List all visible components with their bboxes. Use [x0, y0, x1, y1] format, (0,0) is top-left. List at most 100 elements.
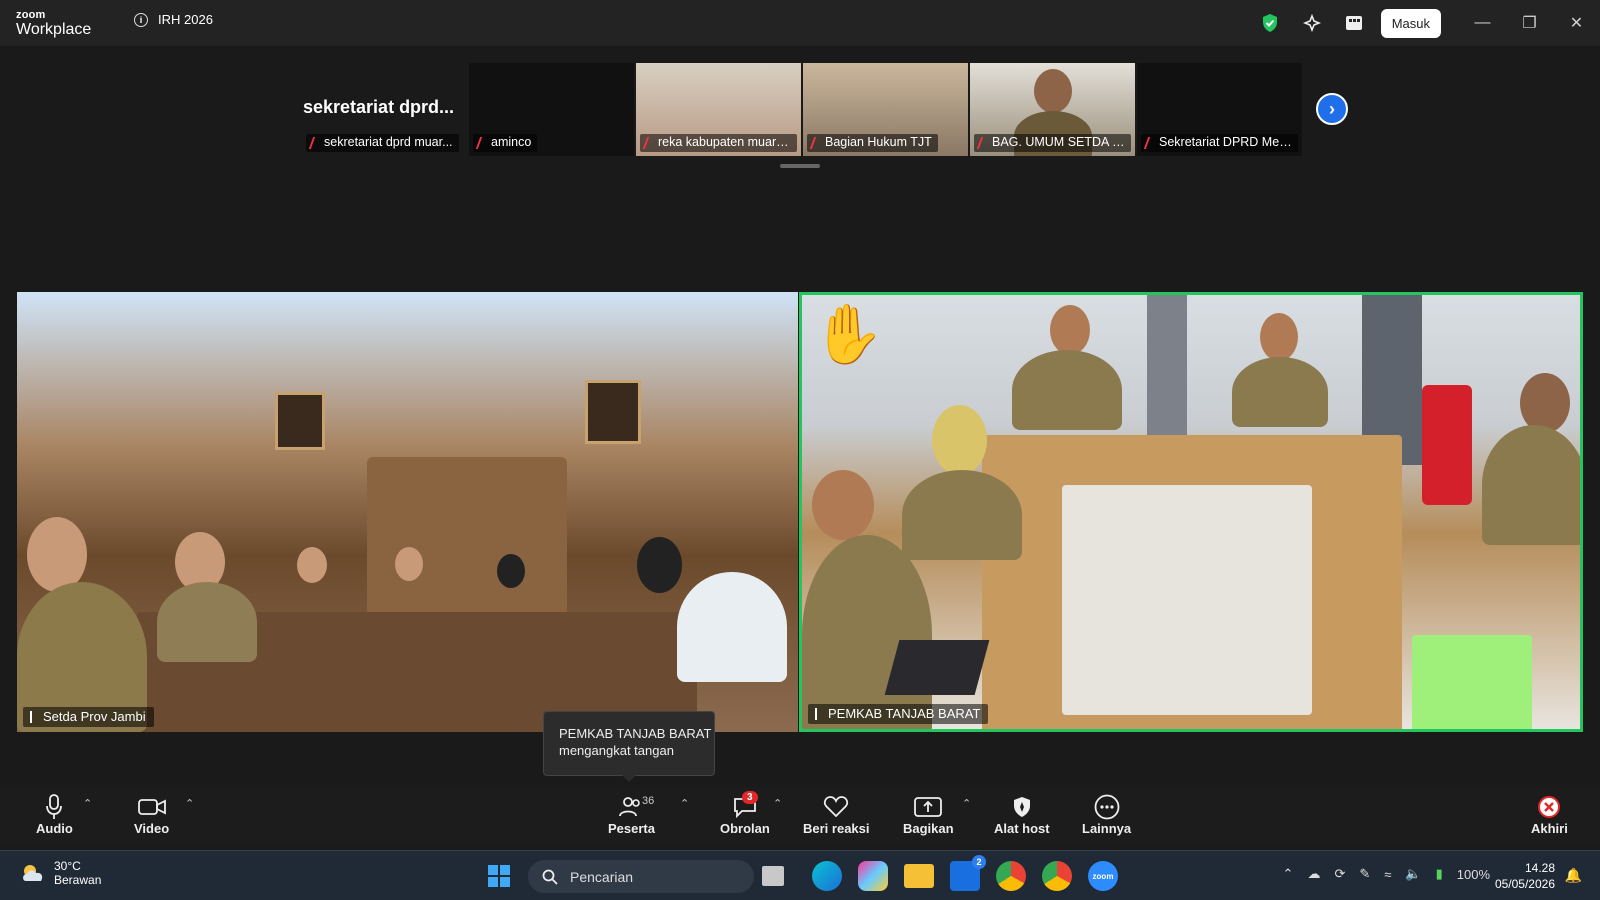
- end-label: Akhiri: [1531, 821, 1568, 836]
- participant-strip: sekretariat dprd... sekretariat dprd mua…: [0, 60, 1600, 168]
- battery-percent: 100%: [1456, 866, 1490, 882]
- person: [812, 470, 874, 540]
- next-page-button[interactable]: ›: [1316, 93, 1348, 125]
- windows-taskbar: 30°C Berawan Pencarian 2 zoom ⌃ ☁ ⟳ ✎ ≈ …: [0, 850, 1600, 900]
- participants-label: Peserta: [608, 821, 655, 836]
- share-button[interactable]: Bagikan: [903, 793, 954, 836]
- person: [802, 535, 932, 729]
- more-button[interactable]: Lainnya: [1082, 793, 1131, 836]
- chat-unread-badge: 3: [742, 791, 758, 804]
- zoom-app-icon[interactable]: zoom: [1088, 861, 1118, 891]
- person: [395, 547, 423, 581]
- notification-bell-icon[interactable]: 🔔: [1565, 867, 1582, 884]
- raised-hand-icon: ✋: [812, 302, 885, 367]
- file-explorer-icon[interactable]: [904, 864, 934, 888]
- zoom-logo: zoom Workplace: [16, 10, 91, 38]
- audio-options-chevron-icon[interactable]: ⌃: [83, 797, 92, 810]
- video-options-chevron-icon[interactable]: ⌃: [185, 797, 194, 810]
- cloud-icon: [23, 865, 43, 881]
- volume-icon[interactable]: 🔈: [1405, 866, 1421, 882]
- battery-icon[interactable]: ▮: [1436, 866, 1443, 882]
- close-icon[interactable]: ✕: [1553, 0, 1600, 46]
- host-tools-label: Alat host: [994, 821, 1050, 836]
- participant-tile[interactable]: BAG. UMUM SETDA K...: [970, 63, 1135, 156]
- participants-options-chevron-icon[interactable]: ⌃: [680, 797, 689, 810]
- portrait-frame: [275, 392, 325, 450]
- taskbar-search[interactable]: Pencarian: [528, 860, 754, 893]
- ai-companion-icon[interactable]: [1291, 0, 1333, 46]
- restore-icon[interactable]: ❐: [1506, 0, 1553, 46]
- video-name-label: Setda Prov Jambi: [23, 707, 154, 727]
- person: [932, 405, 987, 475]
- chat-options-chevron-icon[interactable]: ⌃: [773, 797, 782, 810]
- person: [1232, 357, 1328, 427]
- clock-date: 05/05/2026: [1494, 877, 1555, 891]
- video-button[interactable]: Video: [134, 793, 169, 836]
- participants-icon: [619, 793, 643, 821]
- red-chair: [1422, 385, 1472, 505]
- reactions-button[interactable]: Beri reaksi: [803, 793, 870, 836]
- store-badge: 2: [972, 855, 986, 869]
- participant-name: Bagian Hukum TJT: [807, 134, 938, 152]
- search-icon: [542, 869, 558, 885]
- meeting-info[interactable]: i IRH 2026: [134, 12, 213, 27]
- audio-button[interactable]: Audio: [36, 793, 73, 836]
- title-bar: zoom Workplace i IRH 2026 Masuk — ❐ ✕: [0, 0, 1600, 46]
- laptop: [884, 640, 990, 695]
- copilot-icon[interactable]: [858, 861, 888, 891]
- person: [1050, 305, 1090, 355]
- task-view-icon[interactable]: [762, 866, 784, 886]
- person: [637, 537, 682, 593]
- more-label: Lainnya: [1082, 821, 1132, 836]
- person: [297, 547, 327, 583]
- chat-label: Obrolan: [720, 821, 770, 836]
- carved-wall: [367, 457, 567, 627]
- windows-start-icon[interactable]: [484, 861, 514, 891]
- video-tile-left[interactable]: Setda Prov Jambi: [17, 292, 798, 732]
- weather-widget[interactable]: 30°C Berawan: [20, 859, 101, 887]
- clock[interactable]: 14.28 05/05/2026: [1495, 860, 1555, 892]
- tray-overflow-chevron-icon[interactable]: ⌃: [1283, 866, 1294, 882]
- participant-tile[interactable]: sekretariat dprd muar...: [302, 63, 467, 156]
- wifi-icon[interactable]: ≈: [1384, 867, 1391, 882]
- chat-button[interactable]: 3 Obrolan: [720, 791, 770, 836]
- participant-name: aminco: [473, 134, 538, 152]
- participant-tile[interactable]: aminco: [469, 63, 634, 156]
- brand-bottom: Workplace: [16, 21, 92, 38]
- strip-resize-handle[interactable]: [780, 164, 820, 168]
- participant-tile[interactable]: Sekretariat DPRD Mer...: [1137, 63, 1302, 156]
- participant-name: Sekretariat DPRD Mer...: [1141, 134, 1298, 152]
- minimize-icon[interactable]: —: [1459, 0, 1506, 46]
- host-tools-button[interactable]: Alat host: [994, 793, 1050, 836]
- participant-tile[interactable]: reka kabupaten muaro...: [636, 63, 801, 156]
- participants-button[interactable]: 36 Peserta: [608, 793, 655, 836]
- pen-icon[interactable]: ✎: [1359, 866, 1370, 882]
- chrome-icon[interactable]: [996, 861, 1026, 891]
- microsoft-store-icon[interactable]: 2: [950, 855, 986, 891]
- microphone-icon: [45, 793, 63, 821]
- onedrive-icon[interactable]: ☁: [1307, 866, 1320, 882]
- signin-button[interactable]: Masuk: [1380, 8, 1441, 38]
- floor: [1062, 485, 1312, 715]
- search-placeholder: Pencarian: [570, 868, 634, 885]
- edge-browser-icon[interactable]: [812, 861, 842, 891]
- share-options-chevron-icon[interactable]: ⌃: [962, 797, 971, 810]
- person: [1520, 373, 1570, 433]
- participant-tile[interactable]: Bagian Hukum TJT: [803, 63, 968, 156]
- person: [1482, 425, 1580, 545]
- reactions-label: Beri reaksi: [803, 821, 870, 836]
- info-icon[interactable]: i: [134, 12, 148, 27]
- end-x-icon: [1537, 793, 1561, 821]
- tooltip-line-2: mengangkat tangan: [559, 743, 674, 758]
- end-meeting-button[interactable]: Akhiri: [1531, 793, 1568, 836]
- sync-icon[interactable]: ⟳: [1334, 866, 1345, 882]
- shield-icon[interactable]: [1249, 0, 1291, 46]
- tooltip-line-1: PEMKAB TANJAB BARAT: [559, 726, 712, 741]
- share-screen-icon: [914, 793, 943, 821]
- apps-icon[interactable]: [1333, 0, 1375, 46]
- person: [902, 470, 1022, 560]
- meeting-toolbar: Audio ⌃ Video ⌃ 36 Peserta ⌃ 3 Obrolan ⌃…: [0, 787, 1600, 847]
- participants-count: 36: [642, 795, 655, 807]
- video-tile-right-active-speaker[interactable]: ✋ PEMKAB TANJAB BARAT: [799, 292, 1583, 732]
- chrome-profile-icon[interactable]: [1042, 861, 1072, 891]
